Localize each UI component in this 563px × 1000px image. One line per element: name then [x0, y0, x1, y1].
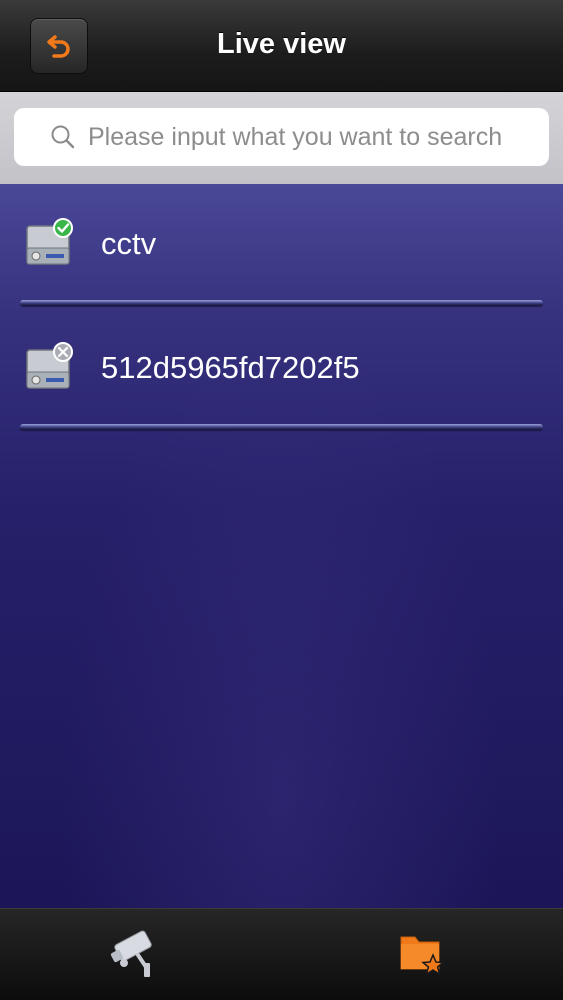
search-bar	[0, 92, 563, 184]
search-input[interactable]	[88, 122, 528, 152]
page-title: Live view	[217, 28, 346, 60]
device-name: 512d5965fd7202f5	[101, 350, 360, 385]
header-bar: Live view	[0, 0, 563, 92]
check-badge-icon	[53, 218, 73, 238]
favorite-folder-icon	[400, 936, 445, 976]
device-row[interactable]: cctv	[0, 184, 563, 308]
dvr-device-icon	[26, 218, 73, 265]
device-name: cctv	[101, 226, 157, 261]
search-icon	[50, 124, 76, 150]
x-badge-icon	[53, 342, 73, 362]
device-list: cctv 512d5965fd7202f5	[0, 184, 563, 908]
row-divider	[20, 300, 543, 306]
tab-live-view[interactable]	[108, 927, 168, 983]
tab-bar	[0, 908, 563, 1000]
tab-favorites[interactable]	[393, 927, 453, 983]
dvr-device-icon	[26, 342, 73, 389]
search-box[interactable]	[14, 108, 549, 166]
row-divider	[20, 424, 543, 430]
cctv-camera-icon	[110, 930, 152, 977]
device-row[interactable]: 512d5965fd7202f5	[0, 308, 563, 432]
